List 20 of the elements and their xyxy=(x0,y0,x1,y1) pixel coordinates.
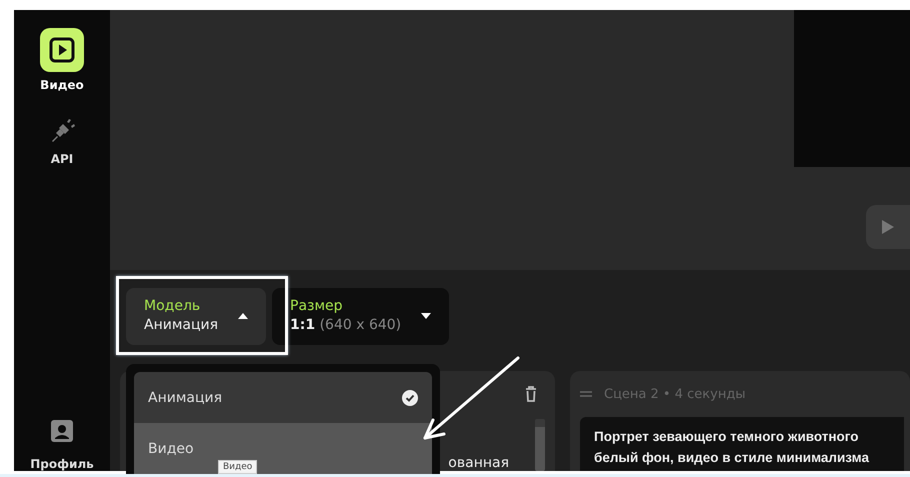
prompt-field[interactable]: Портрет зевающего темного животного белый фон, видео в стиле минимализма xyxy=(580,417,904,471)
nav-item[interactable]: Видео xyxy=(40,28,84,92)
model-dropdown[interactable]: Модель Анимация xyxy=(126,288,266,345)
menu-option[interactable]: Анимация xyxy=(134,372,432,423)
trash-icon[interactable] xyxy=(525,386,537,402)
scrollbar[interactable] xyxy=(535,419,545,471)
scene-title: Сцена 2 • 4 секунды xyxy=(604,386,746,402)
drag-handle-icon[interactable] xyxy=(580,390,592,398)
tooltip: Видео xyxy=(218,460,258,474)
scene-prompt-text: ованная xyxy=(448,455,509,471)
caret-icon xyxy=(421,312,432,318)
size-dropdown[interactable]: Размер 1:1 (640 x 640) xyxy=(272,288,450,345)
profile-icon xyxy=(50,419,74,443)
check-icon xyxy=(402,390,418,406)
caret-icon xyxy=(238,312,248,318)
video-play-icon xyxy=(40,28,84,72)
play-icon xyxy=(882,220,894,234)
profile-nav-item[interactable]: Профиль xyxy=(30,419,94,471)
play-button[interactable] xyxy=(866,205,910,249)
nav-item[interactable]: API xyxy=(47,116,77,166)
